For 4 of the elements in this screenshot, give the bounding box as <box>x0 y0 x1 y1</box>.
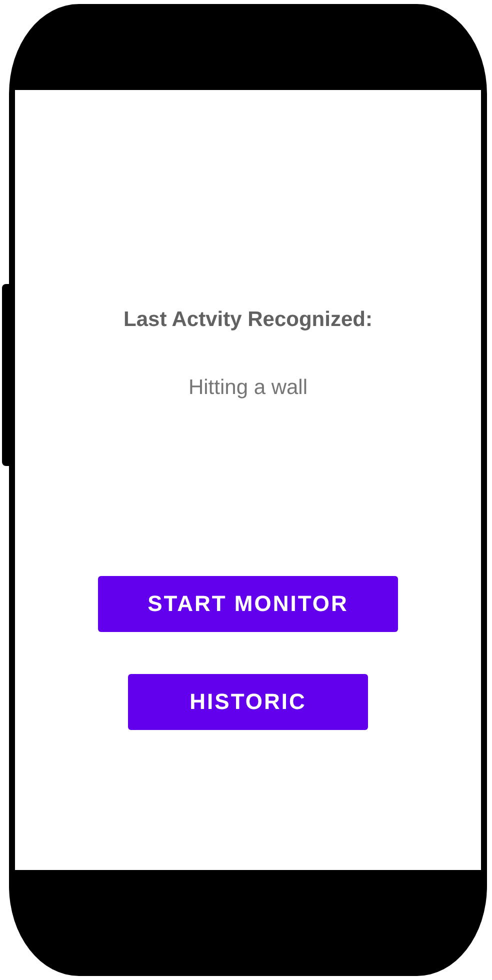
activity-value: Hitting a wall <box>188 376 308 400</box>
activity-heading: Last Actvity Recognized: <box>124 308 372 332</box>
action-button[interactable]: START MONITOR <box>98 576 398 632</box>
action-button[interactable]: HISTORIC <box>128 674 368 730</box>
